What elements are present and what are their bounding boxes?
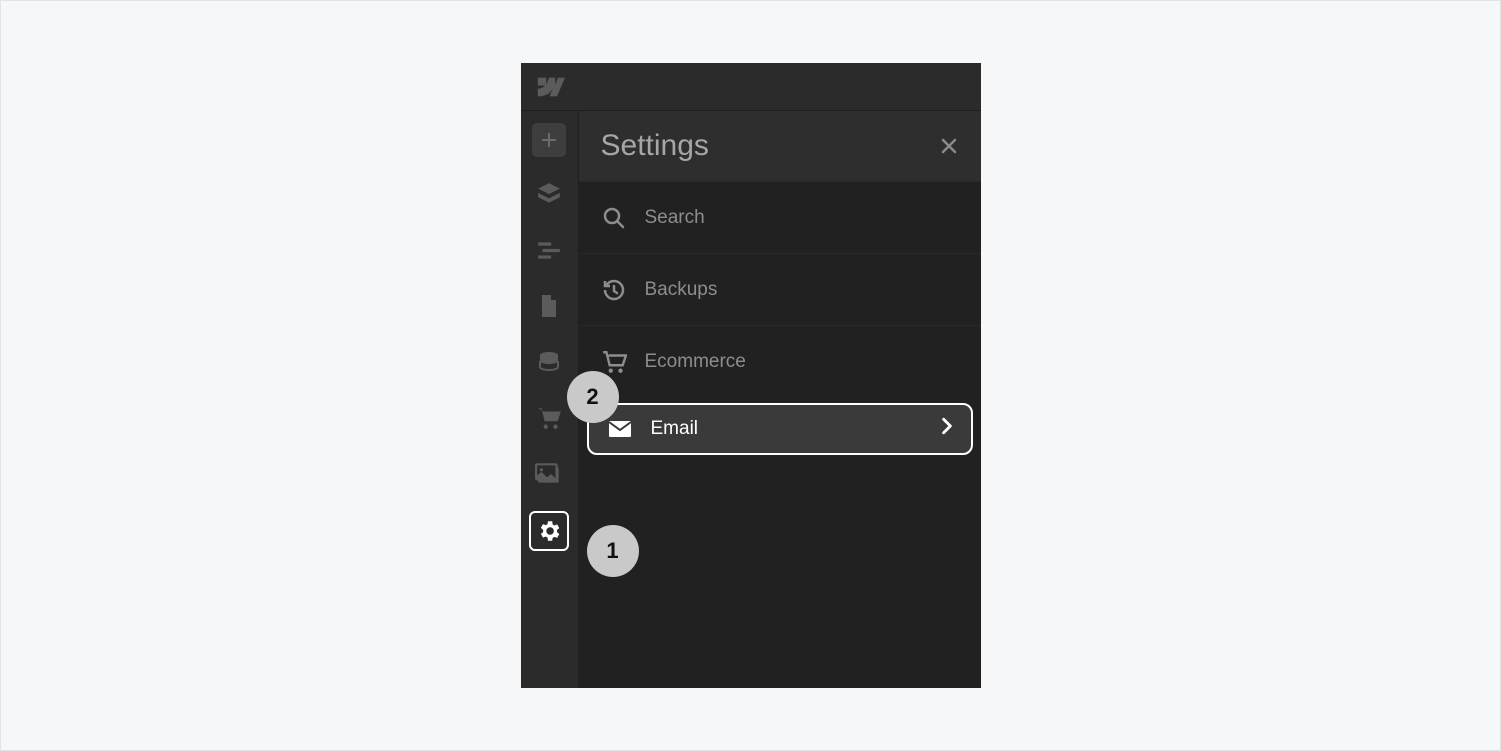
settings-item-email[interactable]: Email xyxy=(587,403,973,455)
settings-item-label: Email xyxy=(651,418,699,440)
ecommerce-button[interactable] xyxy=(530,399,568,437)
panel-header: Settings xyxy=(579,111,981,181)
search-icon xyxy=(601,206,627,230)
settings-item-backups[interactable]: Backups xyxy=(579,253,981,325)
settings-item-label: Ecommerce xyxy=(645,351,746,373)
top-bar xyxy=(521,63,981,111)
close-icon xyxy=(940,137,958,155)
add-elements-button[interactable] xyxy=(532,123,566,157)
chevron-right-icon xyxy=(941,417,953,441)
step-badge-label: 2 xyxy=(586,384,598,410)
email-icon xyxy=(607,420,633,438)
assets-button[interactable] xyxy=(530,455,568,493)
settings-button[interactable] xyxy=(529,511,569,551)
webflow-logo-icon xyxy=(535,77,565,97)
settings-item-ecommerce[interactable]: Ecommerce xyxy=(579,325,981,397)
designer-window: Settings Search Backups xyxy=(521,63,981,688)
symbols-button[interactable] xyxy=(530,175,568,213)
close-panel-button[interactable] xyxy=(939,136,959,156)
settings-list: Search Backups Ecommerce xyxy=(579,181,981,461)
pages-button[interactable] xyxy=(530,287,568,325)
settings-item-label: Backups xyxy=(645,279,718,301)
step-badge-2: 2 xyxy=(567,371,619,423)
cms-button[interactable] xyxy=(530,343,568,381)
navigator-button[interactable] xyxy=(530,231,568,269)
settings-item-label: Search xyxy=(645,207,705,229)
settings-item-search[interactable]: Search xyxy=(579,181,981,253)
cart-icon xyxy=(601,350,627,374)
settings-panel: Settings Search Backups xyxy=(579,111,981,688)
panel-title: Settings xyxy=(601,129,709,163)
step-badge-1: 1 xyxy=(587,525,639,577)
backups-icon xyxy=(601,278,627,302)
step-badge-label: 1 xyxy=(606,538,618,564)
